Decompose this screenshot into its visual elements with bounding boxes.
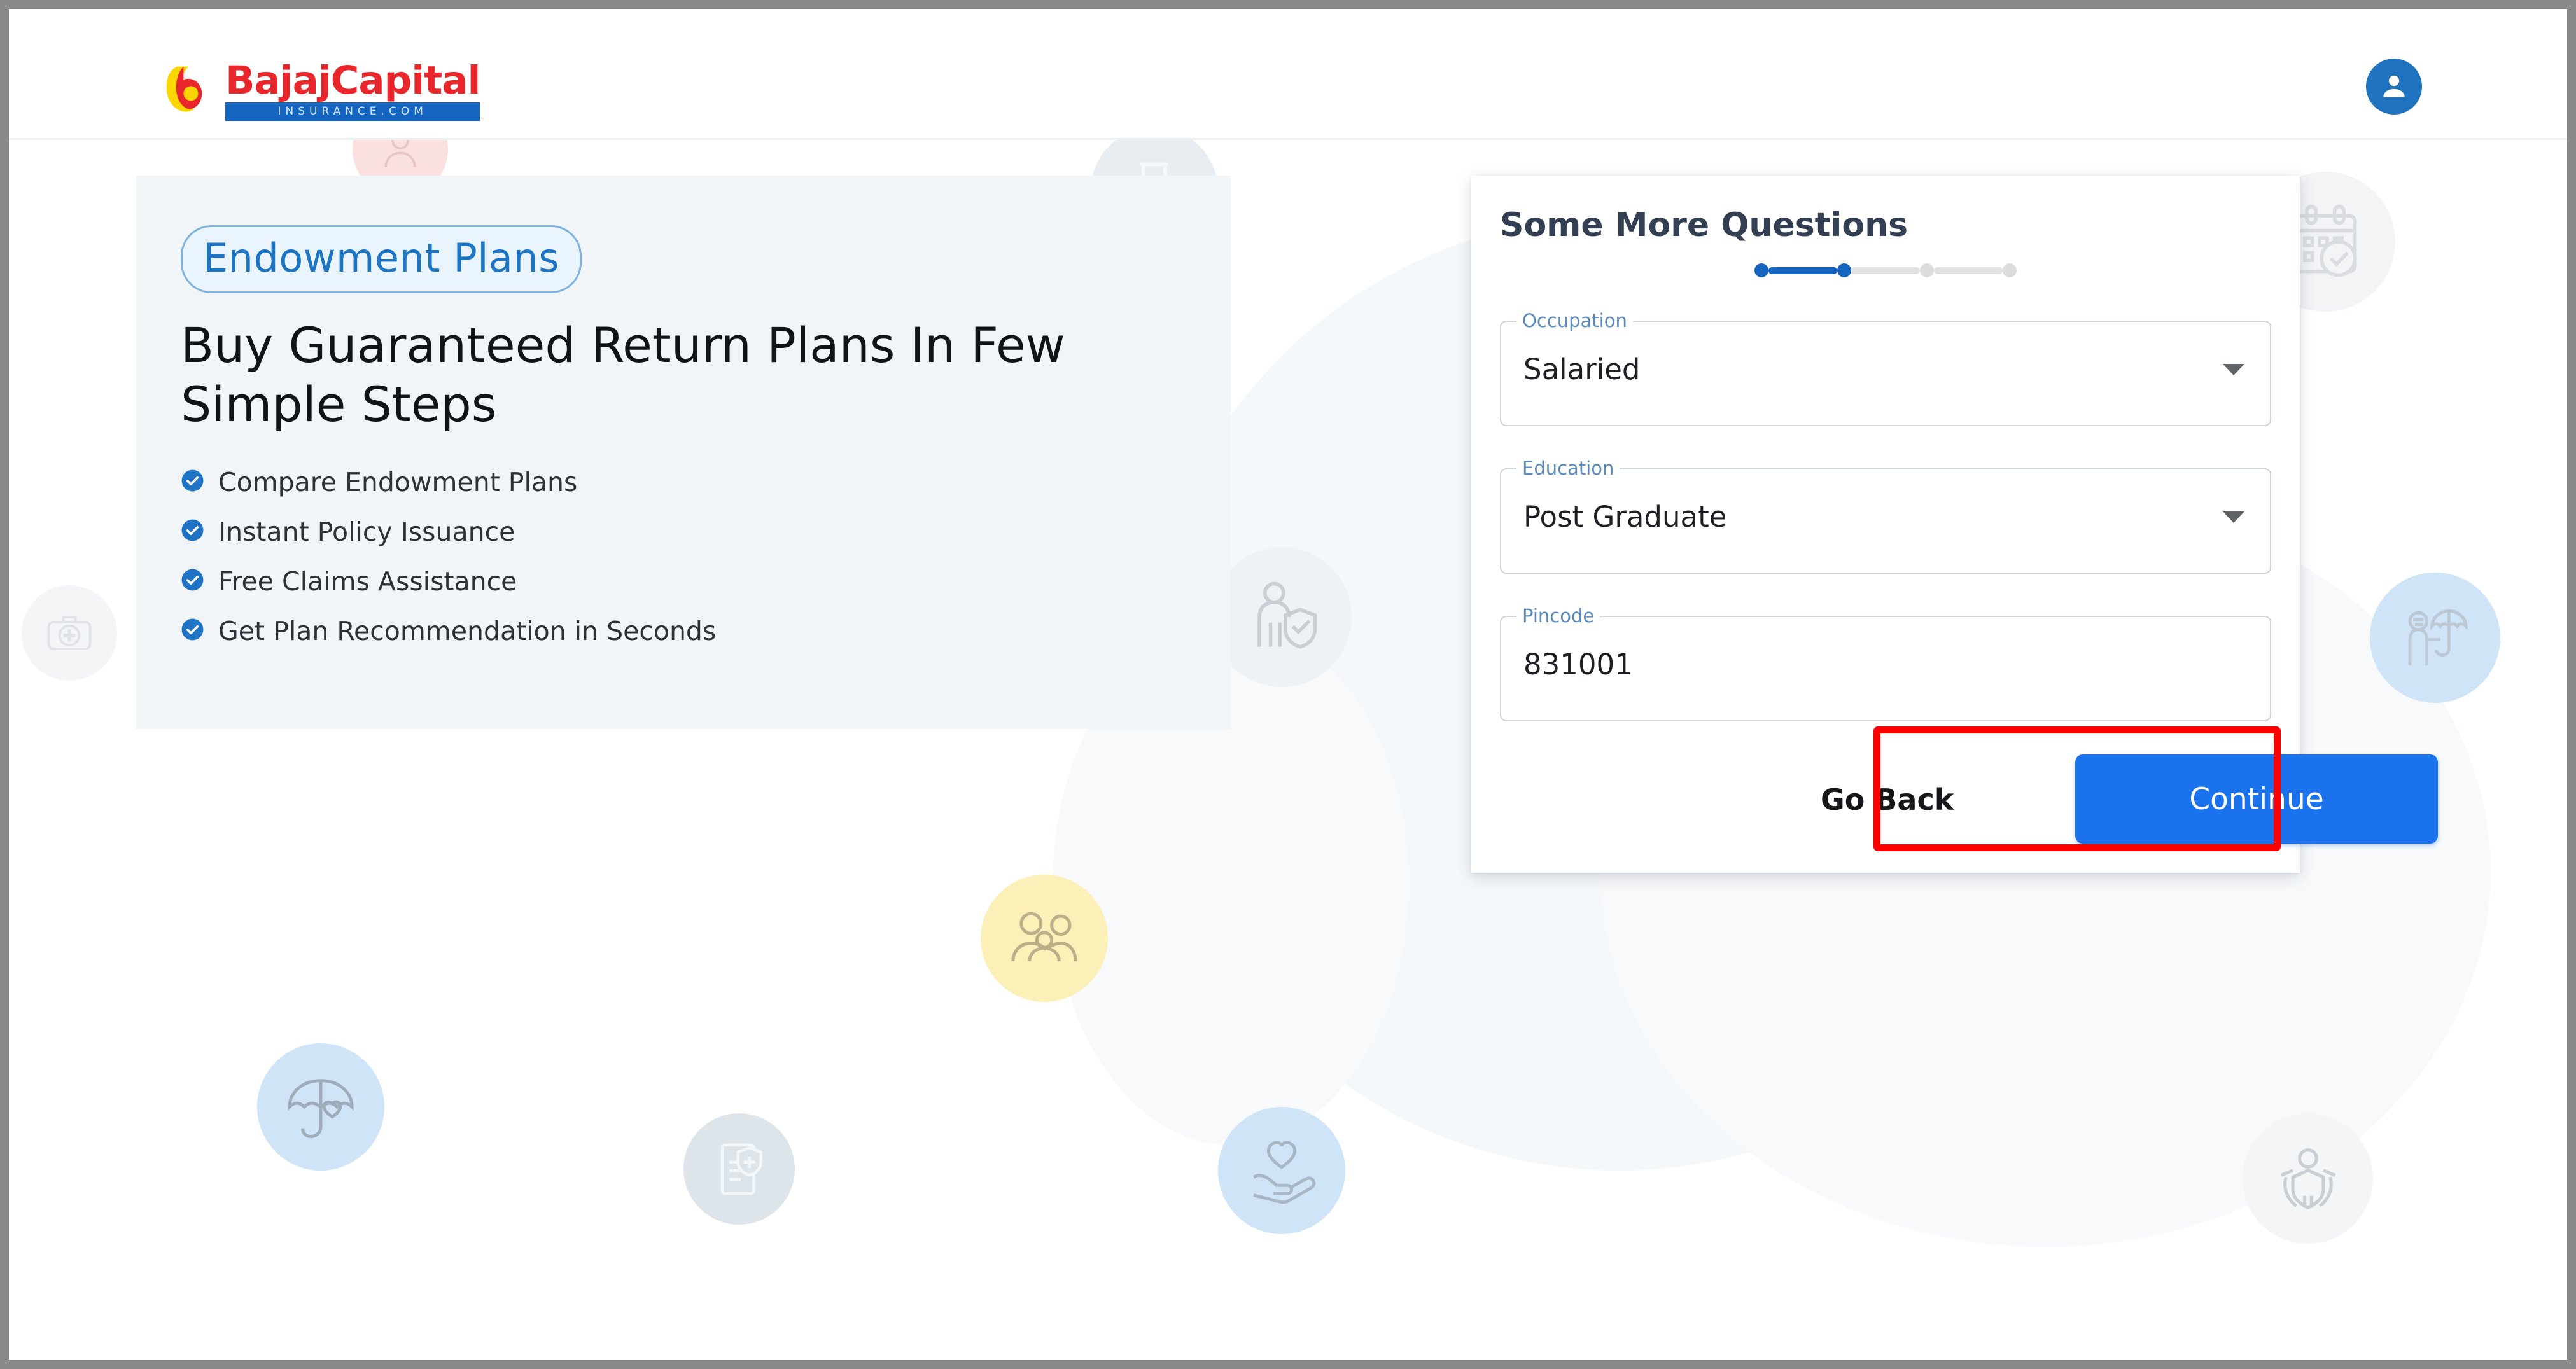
step-line-1 (1768, 267, 1837, 274)
education-label: Education (1516, 459, 1620, 478)
policy-document-icon (683, 1113, 795, 1225)
step-dot-3 (1920, 263, 1934, 277)
form-title: Some More Questions (1500, 206, 1908, 244)
check-circle-icon (181, 568, 204, 595)
list-item: Get Plan Recommendation in Seconds (181, 616, 1186, 646)
occupation-value: Salaried (1523, 352, 1641, 386)
pincode-value: 831001 (1523, 648, 1633, 681)
check-circle-icon (181, 518, 204, 545)
family-group-icon (981, 875, 1108, 1002)
list-item: Compare Endowment Plans (181, 467, 1186, 497)
check-circle-icon (181, 618, 204, 644)
feature-label: Free Claims Assistance (218, 566, 517, 597)
chevron-down-icon[interactable] (2223, 511, 2244, 523)
progress-stepper (1471, 263, 2300, 277)
feature-label: Instant Policy Issuance (218, 517, 515, 548)
step-line-3 (1934, 267, 2003, 274)
step-dot-1 (1754, 263, 1768, 277)
feature-list: Compare Endowment Plans Instant Policy I… (181, 467, 1186, 646)
site-header: BajajCapital INSURANCE.COM (9, 9, 2567, 140)
umbrella-heart-icon (257, 1043, 384, 1171)
continue-button[interactable]: Continue (2075, 754, 2438, 844)
accident-umbrella-icon (2370, 573, 2500, 703)
person-shield-icon (1212, 547, 1352, 687)
logo-brand-text: BajajCapital (225, 58, 480, 103)
feature-label: Get Plan Recommendation in Seconds (218, 616, 717, 647)
check-circle-icon (181, 469, 204, 496)
logo-subtitle-text: INSURANCE.COM (277, 105, 428, 118)
step-dot-4 (2003, 263, 2017, 277)
step-dot-2 (1837, 263, 1851, 277)
step-line-2 (1851, 267, 1920, 274)
person-shield-body-icon (2243, 1113, 2373, 1244)
bajaj-b-mark-icon (160, 62, 219, 120)
chevron-down-icon[interactable] (2223, 364, 2244, 375)
logo-subtitle-bar: INSURANCE.COM (225, 102, 480, 121)
education-select[interactable]: Education Post Graduate (1500, 459, 2271, 574)
feature-label: Compare Endowment Plans (218, 467, 578, 498)
occupation-label: Occupation (1516, 312, 1633, 330)
page-title: Buy Guaranteed Return Plans In Few Simpl… (181, 317, 1065, 433)
form-actions: Go Back Continue (1500, 754, 2438, 844)
pincode-label: Pincode (1516, 607, 1600, 625)
pincode-input[interactable]: Pincode 831001 (1500, 607, 2271, 721)
list-item: Instant Policy Issuance (181, 517, 1186, 547)
medical-kit-icon (22, 585, 117, 681)
list-item: Free Claims Assistance (181, 566, 1186, 597)
education-value: Post Graduate (1523, 500, 1727, 534)
occupation-select[interactable]: Occupation Salaried (1500, 312, 2271, 426)
hero-panel: Endowment Plans Buy Guaranteed Return Pl… (136, 176, 1231, 729)
brand-logo[interactable]: BajajCapital INSURANCE.COM (160, 61, 480, 121)
go-back-button[interactable]: Go Back (1807, 772, 1968, 827)
account-circle-icon[interactable] (2366, 59, 2422, 115)
hand-heart-icon (1218, 1107, 1345, 1234)
plan-category-badge: Endowment Plans (181, 225, 582, 293)
app-screen: BajajCapital INSURANCE.COM Endowment Pla… (9, 9, 2567, 1360)
questions-form-card: Some More Questions Occupation Salaried … (1471, 176, 2438, 873)
